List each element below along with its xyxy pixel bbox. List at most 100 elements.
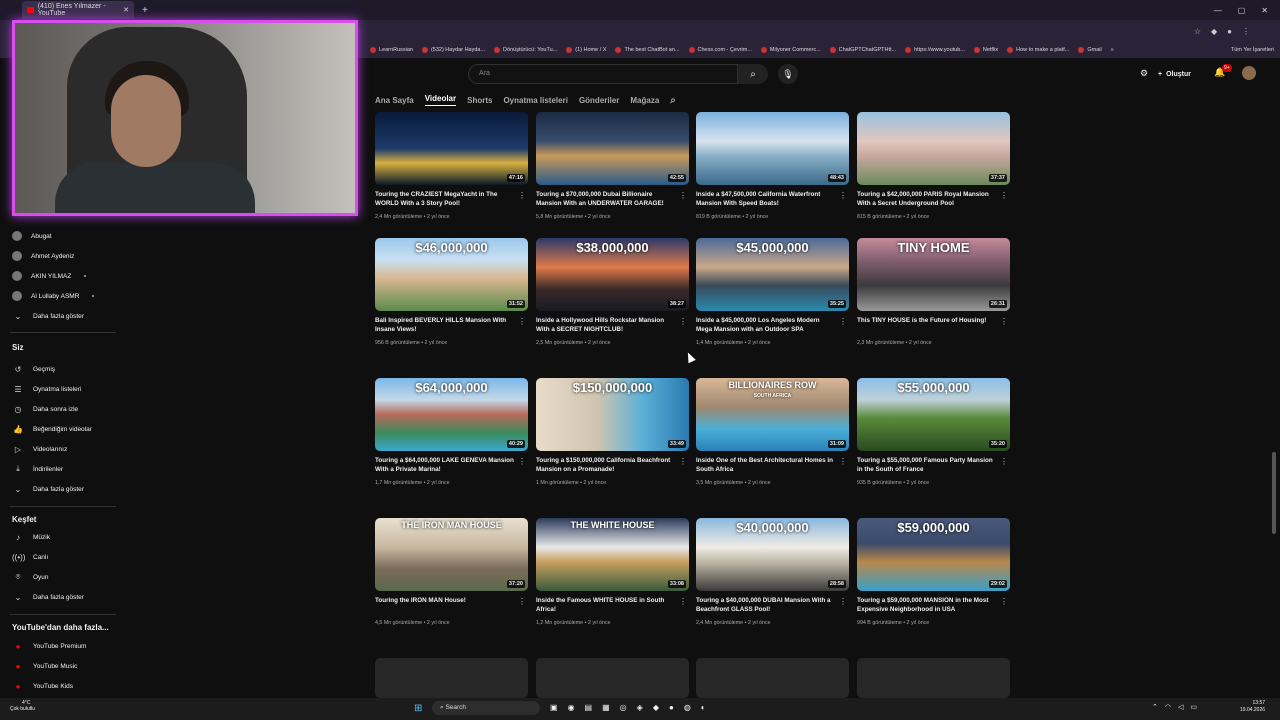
more-options-icon[interactable]: ⋮ [679,191,687,200]
scrollbar[interactable] [1272,452,1276,534]
all-bookmarks-button[interactable]: Tüm Yer İşaretleri [1231,47,1280,53]
sidebar-item-videos[interactable]: ▷ Videolarınız [12,443,67,455]
tab-shorts[interactable]: Shorts [467,96,492,105]
extensions-icon[interactable]: ◆ [1211,27,1217,36]
video-thumbnail[interactable]: THE IRON MAN HOUSE 37:20 [375,518,528,591]
taskbar-search[interactable]: ⌕ Search [432,701,540,715]
spotify-icon[interactable]: ◍ [684,703,691,712]
video-thumbnail[interactable]: THE WHITE HOUSE 33:08 [536,518,689,591]
more-options-icon[interactable]: ⋮ [518,317,526,326]
battery-icon[interactable]: ▭ [1190,703,1197,711]
file-explorer-icon[interactable]: ▣ [550,703,558,712]
close-window-icon[interactable]: ✕ [1261,6,1268,15]
tab-videolar[interactable]: Videolar [424,94,457,106]
bookmark-item[interactable]: ChatGPTChatGPTHtt... [829,47,896,53]
minimize-icon[interactable]: — [1214,6,1222,15]
video-thumbnail[interactable]: $64,000,000 40:29 [375,378,528,451]
star-icon[interactable]: ☆ [1194,27,1201,36]
sidebar-item-youtube-app[interactable]: ● YouTube Kids [12,680,73,692]
discord-icon[interactable]: ◐ [701,703,706,712]
video-thumbnail[interactable]: 37:37 [857,112,1010,185]
volume-icon[interactable]: ◁ [1178,703,1183,711]
tab-ana-sayfa[interactable]: Ana Sayfa [375,96,414,105]
video-title[interactable]: Inside One of the Best Architectural Hom… [696,457,836,474]
show-more-button[interactable]: ⌄ Daha fazla göster [12,591,84,603]
sidebar-item-live[interactable]: ((•)) Canlı [12,551,48,563]
browser-icon[interactable]: ◉ [568,703,575,712]
show-more-button[interactable]: ⌄ Daha fazla göster [12,310,84,322]
video-thumbnail[interactable]: $40,000,000 28:58 [696,518,849,591]
sidebar-item-gaming[interactable]: ⌾ Oyun [12,571,49,583]
bookmark-item[interactable]: (532) Haydar Hayda... [421,47,485,53]
more-options-icon[interactable]: ⋮ [1000,191,1008,200]
video-title[interactable]: Inside the Famous WHITE HOUSE in South A… [536,597,676,614]
video-title[interactable]: Touring a $42,000,000 PARIS Royal Mansio… [857,191,997,208]
clock[interactable]: 13:57 19.04.2026 [1240,700,1265,713]
video-thumbnail[interactable]: $38,000,000 38:27 [536,238,689,311]
video-title[interactable]: Touring the CRAZIEST MegaYacht in The WO… [375,191,515,208]
windows-start-icon[interactable]: ⊞ [414,703,422,714]
bookmark-item[interactable]: How to make a platf... [1007,47,1069,53]
bookmark-item[interactable]: Netflix [973,47,998,53]
more-options-icon[interactable]: ⋮ [1000,457,1008,466]
more-options-icon[interactable]: ⋮ [679,597,687,606]
more-options-icon[interactable]: ⋮ [518,457,526,466]
video-title[interactable]: Touring the IRON MAN House! [375,597,515,606]
video-thumbnail[interactable]: 42:55 [536,112,689,185]
search-button[interactable]: ⌕ [738,64,768,84]
sidebar-item-history[interactable]: ↺ Geçmiş [12,363,55,375]
sidebar-item-like[interactable]: 👍 Beğendiğim videolar [12,423,92,435]
video-title[interactable]: Touring a $40,000,000 DUBAI Mansion With… [696,597,836,614]
sidebar-item-watch-later[interactable]: ◷ Daha sonra izle [12,403,79,415]
video-thumbnail[interactable]: TINY HOME 26:31 [857,238,1010,311]
more-options-icon[interactable]: ⋮ [839,597,847,606]
search-input[interactable]: Ara [468,64,738,84]
video-thumbnail[interactable]: $55,000,000 35:20 [857,378,1010,451]
more-options-icon[interactable]: ⋮ [1000,317,1008,326]
bookmark-item[interactable]: The best ChatBot an... [615,47,680,53]
bookmark-item[interactable]: Gmail [1078,47,1102,53]
video-title[interactable]: Touring a $70,000,000 Dubai Billionaire … [536,191,676,208]
maximize-icon[interactable]: ▢ [1238,6,1246,15]
chrome-icon[interactable]: ◎ [620,703,627,712]
more-options-icon[interactable]: ⋮ [518,597,526,606]
more-options-icon[interactable]: ⋮ [679,457,687,466]
video-thumbnail[interactable]: 47:16 [375,112,528,185]
bookmark-item[interactable]: https://www.youtub... [905,47,965,53]
video-thumbnail[interactable]: $46,000,000 31:52 [375,238,528,311]
sidebar-item-music[interactable]: ♪ Müzik [12,531,50,543]
menu-icon[interactable]: ⋮ [1242,27,1250,36]
more-options-icon[interactable]: ⋮ [1000,597,1008,606]
bookmark-item[interactable]: (1) Home / X [566,47,606,53]
video-title[interactable]: Inside a Hollywood Hills Rockstar Mansio… [536,317,676,334]
video-title[interactable]: Touring a $64,000,000 LAKE GENEVA Mansio… [375,457,515,474]
channel-search-icon[interactable]: ⌕ [670,95,676,106]
video-title[interactable]: Touring a $55,000,000 Famous Party Mansi… [857,457,997,474]
sidebar-subscription[interactable]: Ahmet Aydeniz [12,250,74,262]
video-thumbnail[interactable]: $45,000,000 35:25 [696,238,849,311]
tab-mağaza[interactable]: Mağaza [630,96,659,105]
more-options-icon[interactable]: ⋮ [839,191,847,200]
video-thumbnail[interactable]: $150,000,000 33:49 [536,378,689,451]
sidebar-item-playlist[interactable]: ☰ Oynatma listeleri [12,383,81,395]
bookmark-item[interactable]: Chess.com - Çevrim... [688,47,752,53]
bookmarks-more-button[interactable]: » [1111,47,1114,53]
video-title[interactable]: Inside a $45,000,000 Los Angeles Modern … [696,317,836,334]
more-options-icon[interactable]: ⋮ [839,317,847,326]
video-thumbnail[interactable]: BILLIONAIRES ROW SOUTH AFRICA 31:09 [696,378,849,451]
weather-widget[interactable]: 4°C Çok bulutlu [10,700,35,712]
show-more-button[interactable]: ⌄ Daha fazla göster [12,483,84,495]
tab-oynatma-listeleri[interactable]: Oynatma listeleri [503,96,567,105]
video-title[interactable]: Inside a $47,500,000 California Waterfro… [696,191,836,208]
obs-icon[interactable]: ● [669,703,674,712]
video-thumbnail[interactable]: $59,000,000 29:02 [857,518,1010,591]
store-icon[interactable]: ▦ [602,703,610,712]
mic-button[interactable]: 🎙 [778,64,798,84]
more-options-icon[interactable]: ⋮ [518,191,526,200]
sidebar-subscription[interactable]: Al Lullaby ASMR [12,290,95,302]
sidebar-item-youtube-app[interactable]: ● YouTube Music [12,660,78,672]
sidebar-subscription[interactable]: Abugat [12,230,52,242]
sidebar-item-download[interactable]: ⤓ İndirilenler [12,463,63,475]
video-title[interactable]: Touring a $59,000,000 MANSION in the Mos… [857,597,997,614]
avatar[interactable] [1242,66,1256,80]
